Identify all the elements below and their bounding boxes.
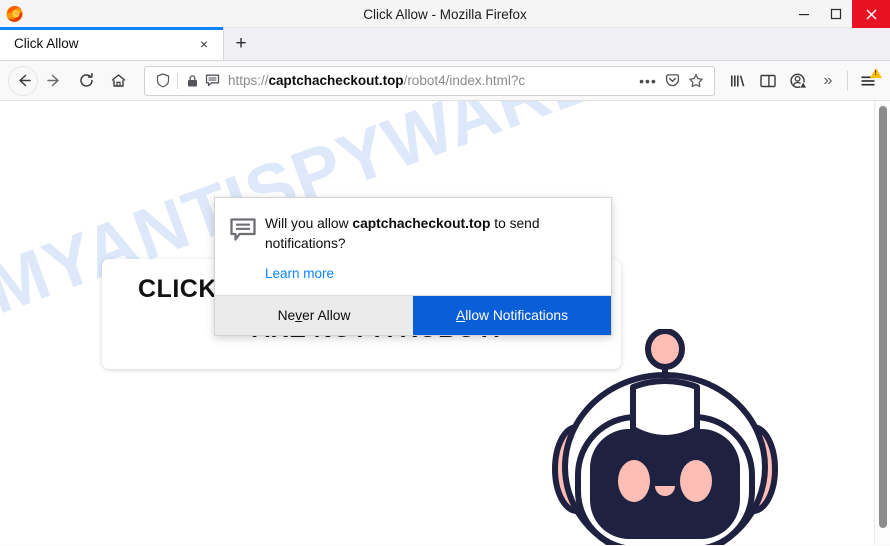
cute-robot-illustration-icon	[545, 329, 785, 545]
browser-tab[interactable]: Click Allow ×	[0, 27, 224, 60]
never-allow-accesskey: v	[295, 308, 303, 324]
notification-bubble-icon	[229, 214, 265, 283]
title-bar: Click Allow - Mozilla Firefox	[0, 0, 890, 28]
forward-button[interactable]	[38, 65, 70, 97]
page-content: MYANTISPYWARE.COM CLICK ALLOW ARE NOT A …	[0, 101, 890, 545]
urlbar-divider	[177, 72, 178, 89]
learn-more-link[interactable]: Learn more	[265, 266, 334, 281]
never-allow-after: er Allow	[302, 308, 351, 324]
permission-question: Will you allow captchacheckout.top to se…	[265, 214, 597, 253]
tracking-protection-shield-icon[interactable]	[153, 70, 173, 92]
url-bar[interactable]: https://captchacheckout.top/robot4/index…	[144, 65, 715, 96]
url-host: captchacheckout.top	[268, 73, 404, 88]
never-allow-button[interactable]: Ne v er Allow	[215, 296, 413, 336]
reload-button[interactable]	[70, 65, 102, 97]
overflow-menu-button[interactable]: »	[813, 65, 843, 97]
firefox-window: Click Allow - Mozilla Firefox Click Allo…	[0, 0, 890, 546]
allow-notifications-button[interactable]: Allow Notifications	[413, 296, 611, 336]
toolbar-divider	[847, 70, 848, 91]
allow-after: llow Notifications	[465, 308, 568, 324]
window-title: Click Allow - Mozilla Firefox	[363, 6, 527, 22]
allow-accesskey: A	[456, 308, 466, 324]
close-tab-icon[interactable]: ×	[193, 33, 215, 55]
notification-permission-icon[interactable]	[202, 70, 222, 92]
window-controls	[788, 0, 890, 28]
pocket-icon[interactable]	[660, 70, 684, 92]
tab-title: Click Allow	[14, 36, 79, 51]
firefox-logo-icon	[5, 4, 24, 23]
back-button[interactable]	[8, 65, 38, 96]
urlbar-actions: •••	[636, 70, 708, 92]
sidebar-icon[interactable]	[753, 65, 783, 97]
vertical-scrollbar[interactable]	[874, 101, 890, 545]
question-prefix: Will you allow	[265, 216, 353, 231]
url-path: /robot4/index.html?c	[403, 73, 526, 88]
library-icon[interactable]	[723, 65, 753, 97]
bookmark-star-icon[interactable]	[684, 70, 708, 92]
close-window-button[interactable]	[852, 0, 890, 28]
toolbar-end-buttons: »	[723, 65, 884, 97]
never-allow-before: Ne	[277, 308, 296, 324]
notification-permission-popup: Will you allow captchacheckout.top to se…	[214, 197, 612, 337]
home-button[interactable]	[102, 65, 134, 97]
account-warning-icon[interactable]	[783, 65, 813, 97]
popup-actions: Ne v er Allow Allow Notifications	[215, 295, 611, 336]
navigation-toolbar: https://captchacheckout.top/robot4/index…	[0, 61, 890, 101]
page-actions-icon[interactable]: •••	[636, 70, 660, 92]
tab-strip: Click Allow × +	[0, 27, 890, 61]
url-scheme: https://	[228, 73, 269, 88]
menu-warning-badge-icon	[870, 67, 882, 78]
popup-texts: Will you allow captchacheckout.top to se…	[265, 214, 597, 283]
popup-body: Will you allow captchacheckout.top to se…	[215, 198, 611, 295]
new-tab-button[interactable]: +	[224, 27, 258, 60]
padlock-icon[interactable]	[182, 70, 202, 92]
url-text[interactable]: https://captchacheckout.top/robot4/index…	[228, 73, 636, 88]
maximize-button[interactable]	[820, 0, 852, 28]
app-menu-button[interactable]	[852, 65, 884, 97]
vertical-scroll-thumb[interactable]	[879, 106, 887, 528]
minimize-button[interactable]	[788, 0, 820, 28]
question-host: captchacheckout.top	[352, 216, 491, 231]
